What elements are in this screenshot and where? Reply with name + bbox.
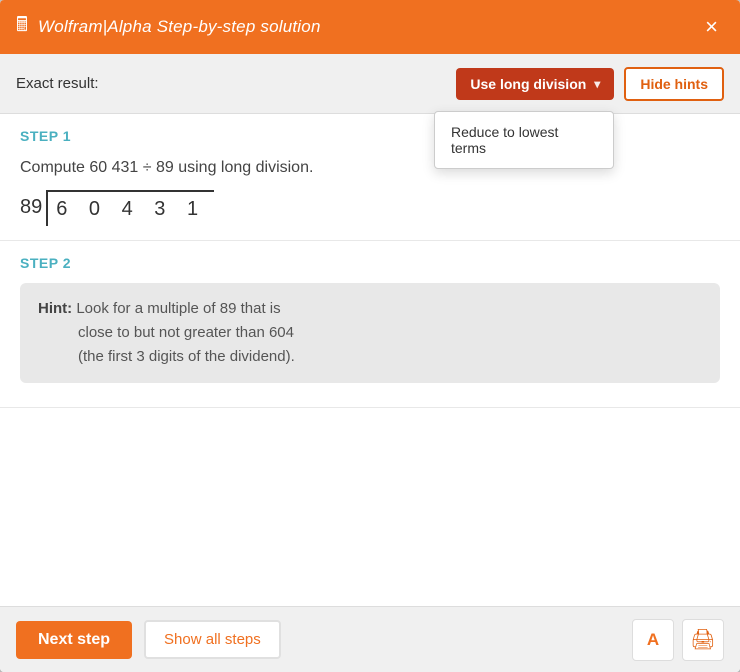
wolfram-icon: 🖩 [16, 10, 28, 44]
print-button[interactable]: 🖨 [682, 619, 724, 661]
titlebar: 🖩 Wolfram|Alpha Step-by-step solution × [0, 0, 740, 54]
close-button[interactable]: × [699, 12, 724, 42]
toolbar-right: Use long division ▾ Reduce to lowest ter… [456, 67, 724, 101]
dividend-box: 6 0 4 3 1 [46, 190, 214, 226]
font-size-button[interactable]: A [632, 619, 674, 661]
hint-bold: Hint: [38, 300, 72, 317]
next-step-button[interactable]: Next step [16, 621, 132, 659]
titlebar-left: 🖩 Wolfram|Alpha Step-by-step solution [16, 10, 321, 44]
hint-content: Look for a multiple of 89 that is [76, 300, 280, 317]
dropdown-menu: Reduce to lowest terms [434, 111, 614, 169]
exact-result-label: Exact result: [16, 75, 99, 92]
hide-hints-button[interactable]: Hide hints [624, 67, 724, 101]
show-all-steps-button[interactable]: Show all steps [144, 620, 281, 659]
footer-icons: A 🖨 [632, 619, 724, 661]
printer-icon: 🖨 [690, 627, 715, 652]
footer: Next step Show all steps A 🖨 [0, 606, 740, 672]
toolbar: Exact result: Use long division ▾ Reduce… [0, 54, 740, 114]
step-1-section: STEP 1 Compute 60 431 ÷ 89 using long di… [0, 114, 740, 241]
dropdown-arrow-icon: ▾ [594, 77, 600, 91]
step-1-content: Compute 60 431 ÷ 89 using long division.… [20, 156, 720, 226]
step-1-label: STEP 1 [20, 128, 720, 144]
divisor: 89 [20, 190, 42, 222]
hint-text-line2: close to but not greater than 604 [78, 321, 702, 345]
long-division-button[interactable]: Use long division ▾ [456, 68, 614, 100]
main-window: 🖩 Wolfram|Alpha Step-by-step solution × … [0, 0, 740, 672]
step-2-label: STEP 2 [20, 255, 720, 271]
step-2-section: STEP 2 Hint: Look for a multiple of 89 t… [0, 241, 740, 408]
dropdown-item-reduce[interactable]: Reduce to lowest terms [435, 112, 613, 168]
content-area: STEP 1 Compute 60 431 ÷ 89 using long di… [0, 114, 740, 606]
hint-box: Hint: Look for a multiple of 89 that is … [20, 283, 720, 383]
font-icon: A [647, 630, 659, 650]
hint-text-line3: (the first 3 digits of the dividend). [78, 345, 702, 369]
long-division: 89 6 0 4 3 1 [20, 190, 720, 226]
titlebar-title: Wolfram|Alpha Step-by-step solution [38, 17, 321, 37]
step-1-text: Compute 60 431 ÷ 89 using long division. [20, 156, 720, 180]
